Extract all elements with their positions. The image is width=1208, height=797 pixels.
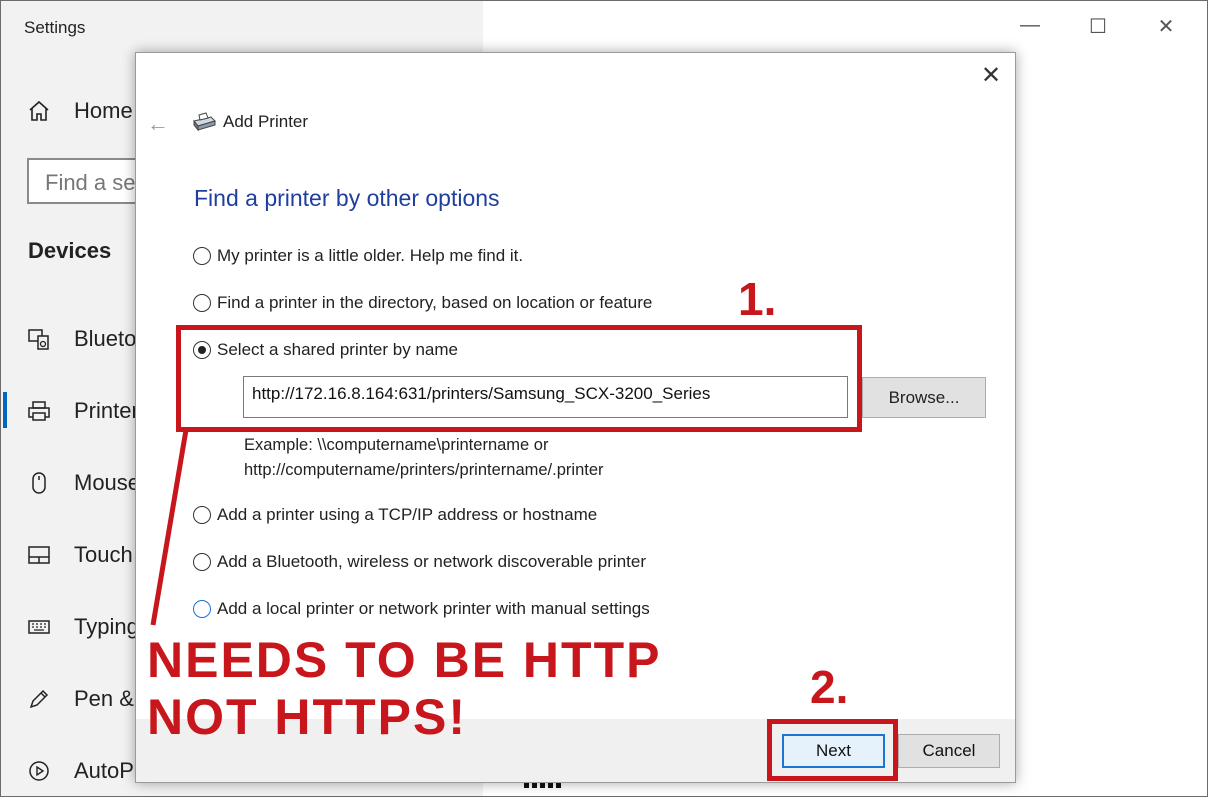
bluetooth-devices-icon [26,326,52,352]
autoplay-icon [26,758,52,784]
sidebar-item-label: Home [74,98,133,123]
touchpad-icon [26,542,52,568]
browse-button[interactable]: Browse... [862,377,986,418]
dialog-title: Add Printer [223,112,309,131]
minimize-button[interactable]: — [1010,14,1050,37]
option-bluetooth-wireless[interactable]: Add a Bluetooth, wireless or network dis… [193,552,646,572]
annotation-highlight-box [176,325,862,432]
page-heading: Find a printer by other options [194,185,500,211]
maximize-button[interactable]: ☐ [1078,14,1118,39]
annotation-warning: NEEDS TO BE HTTP NOT HTTPS! [147,632,661,746]
sidebar-item-label: Pen & [74,686,134,711]
radio-button[interactable] [193,294,211,312]
sidebar-item-touchpad[interactable]: Touch [26,542,133,568]
example-line: Example: \\computername\printername or [244,436,549,454]
radio-button[interactable] [193,247,211,265]
sidebar-item-autoplay[interactable]: AutoP [26,758,134,784]
option-label: My printer is a little older. Help me fi… [217,246,524,265]
annotation-warning-line: NEEDS TO BE HTTP [147,632,662,688]
window-title: Settings [24,18,86,37]
dialog-close-button[interactable]: ✕ [978,63,1004,89]
option-label: Add a printer using a TCP/IP address or … [217,505,598,524]
window-close-button[interactable]: ✕ [1146,14,1186,39]
radio-button[interactable] [193,553,211,571]
sidebar-item-pen[interactable]: Pen & [26,686,134,712]
option-local-printer[interactable]: Add a local printer or network printer w… [193,599,650,619]
option-older-printer[interactable]: My printer is a little older. Help me fi… [193,246,523,266]
option-directory[interactable]: Find a printer in the directory, based o… [193,293,652,313]
sidebar-item-label: Mouse [74,470,141,495]
pen-icon [26,686,52,712]
annotation-step-2: 2. [810,661,849,713]
option-label: Add a Bluetooth, wireless or network dis… [217,552,646,571]
sidebar-item-label: AutoP [74,758,134,783]
annotation-highlight-box [767,719,898,781]
option-tcpip[interactable]: Add a printer using a TCP/IP address or … [193,505,597,525]
mouse-icon [26,470,52,496]
option-label: Add a local printer or network printer w… [217,599,650,618]
sidebar-item-typing[interactable]: Typing [26,614,139,640]
sidebar-item-label: Typing [74,614,139,639]
annotation-warning-line: NOT HTTPS! [147,689,467,745]
sidebar-item-label: Blueto [74,326,137,351]
sidebar-item-home[interactable]: Home [26,98,133,124]
selection-indicator [3,392,7,428]
back-arrow-icon[interactable]: ← [147,111,169,137]
printer-icon [26,398,52,424]
sidebar-item-printers[interactable]: Printer [26,398,139,424]
example-line: http://computername/printers/printername… [244,461,604,479]
sidebar-item-mouse[interactable]: Mouse [26,470,140,496]
annotation-step-1: 1. [738,273,777,325]
radio-button[interactable] [193,506,211,524]
sidebar-item-label: Printer [74,398,139,423]
option-label: Find a printer in the directory, based o… [217,293,653,312]
sidebar-section-heading: Devices [28,238,112,263]
keyboard-icon [26,614,52,640]
example-text: Example: \\computername\printername or h… [244,433,604,483]
home-icon [26,98,52,124]
sidebar-item-bluetooth[interactable]: Blueto [26,326,136,352]
cancel-button[interactable]: Cancel [898,734,1000,768]
sidebar-item-label: Touch [74,542,133,567]
radio-button[interactable] [193,600,211,618]
printer-icon [191,111,217,138]
